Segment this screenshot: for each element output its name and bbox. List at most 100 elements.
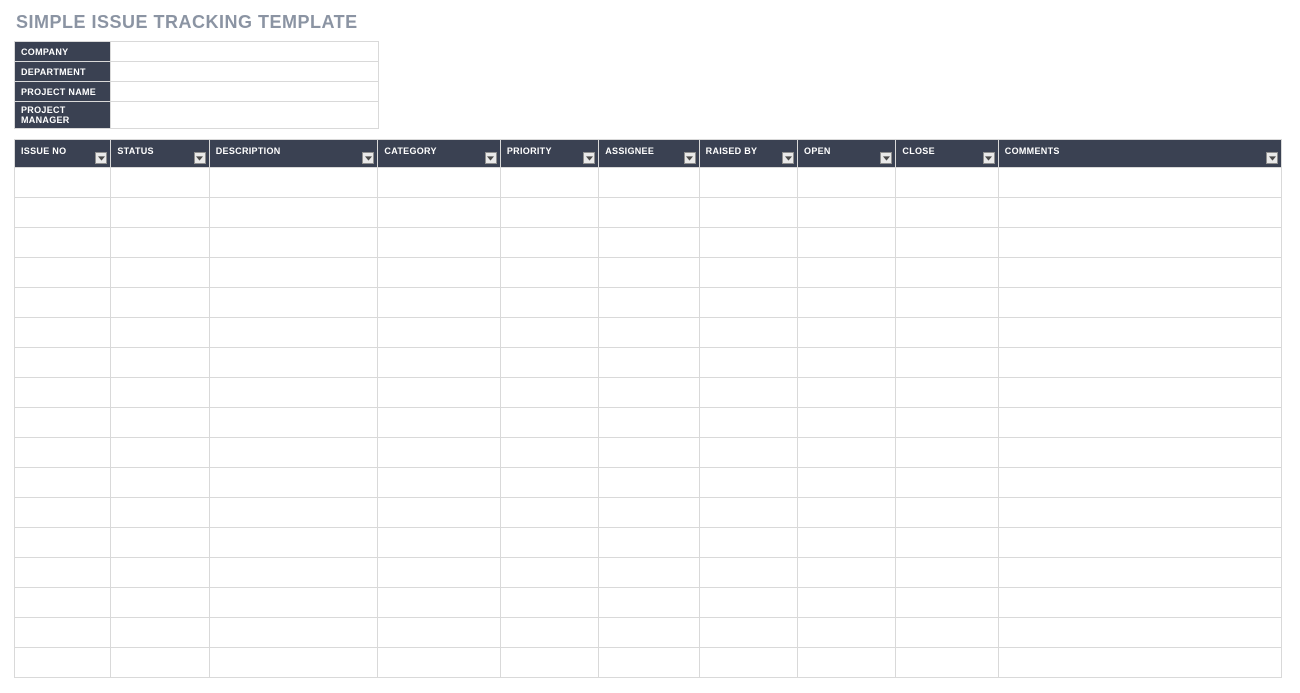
table-cell[interactable] [998, 288, 1281, 318]
meta-value[interactable] [111, 82, 379, 102]
table-cell[interactable] [15, 438, 111, 468]
table-cell[interactable] [209, 498, 378, 528]
table-cell[interactable] [500, 318, 598, 348]
table-cell[interactable] [15, 648, 111, 678]
table-cell[interactable] [209, 378, 378, 408]
table-cell[interactable] [15, 528, 111, 558]
table-cell[interactable] [998, 168, 1281, 198]
table-cell[interactable] [500, 348, 598, 378]
table-cell[interactable] [500, 168, 598, 198]
table-cell[interactable] [15, 468, 111, 498]
table-cell[interactable] [209, 318, 378, 348]
table-cell[interactable] [500, 528, 598, 558]
table-cell[interactable] [15, 618, 111, 648]
table-cell[interactable] [896, 168, 998, 198]
table-cell[interactable] [500, 228, 598, 258]
table-cell[interactable] [896, 648, 998, 678]
table-cell[interactable] [500, 408, 598, 438]
filter-dropdown-icon[interactable] [1266, 152, 1278, 164]
table-cell[interactable] [599, 558, 699, 588]
table-cell[interactable] [798, 288, 896, 318]
table-cell[interactable] [111, 408, 209, 438]
table-cell[interactable] [209, 258, 378, 288]
table-cell[interactable] [111, 228, 209, 258]
table-cell[interactable] [998, 408, 1281, 438]
table-cell[interactable] [896, 378, 998, 408]
table-cell[interactable] [378, 438, 500, 468]
table-cell[interactable] [209, 558, 378, 588]
table-cell[interactable] [699, 528, 797, 558]
table-cell[interactable] [798, 378, 896, 408]
table-cell[interactable] [378, 258, 500, 288]
column-header[interactable]: STATUS [111, 140, 209, 168]
table-cell[interactable] [798, 468, 896, 498]
table-cell[interactable] [378, 618, 500, 648]
table-cell[interactable] [500, 468, 598, 498]
table-cell[interactable] [378, 498, 500, 528]
table-cell[interactable] [798, 588, 896, 618]
meta-value[interactable] [111, 42, 379, 62]
table-cell[interactable] [15, 378, 111, 408]
table-cell[interactable] [111, 168, 209, 198]
table-cell[interactable] [378, 228, 500, 258]
table-cell[interactable] [998, 348, 1281, 378]
table-cell[interactable] [209, 648, 378, 678]
table-cell[interactable] [15, 288, 111, 318]
table-cell[interactable] [378, 528, 500, 558]
table-cell[interactable] [500, 588, 598, 618]
table-cell[interactable] [378, 318, 500, 348]
column-header[interactable]: ASSIGNEE [599, 140, 699, 168]
table-cell[interactable] [378, 408, 500, 438]
table-cell[interactable] [998, 468, 1281, 498]
table-cell[interactable] [378, 168, 500, 198]
table-cell[interactable] [15, 168, 111, 198]
table-cell[interactable] [699, 348, 797, 378]
table-cell[interactable] [209, 438, 378, 468]
table-cell[interactable] [798, 558, 896, 588]
table-cell[interactable] [896, 348, 998, 378]
table-cell[interactable] [599, 528, 699, 558]
table-cell[interactable] [998, 438, 1281, 468]
table-cell[interactable] [111, 468, 209, 498]
column-header[interactable]: COMMENTS [998, 140, 1281, 168]
table-cell[interactable] [111, 258, 209, 288]
table-cell[interactable] [599, 258, 699, 288]
table-cell[interactable] [699, 468, 797, 498]
table-cell[interactable] [15, 588, 111, 618]
table-cell[interactable] [500, 198, 598, 228]
table-cell[interactable] [599, 168, 699, 198]
table-cell[interactable] [599, 648, 699, 678]
table-cell[interactable] [209, 468, 378, 498]
table-cell[interactable] [798, 168, 896, 198]
table-cell[interactable] [599, 228, 699, 258]
table-cell[interactable] [699, 558, 797, 588]
table-cell[interactable] [378, 378, 500, 408]
table-cell[interactable] [599, 618, 699, 648]
table-cell[interactable] [998, 588, 1281, 618]
meta-value[interactable] [111, 102, 379, 129]
table-cell[interactable] [599, 408, 699, 438]
table-cell[interactable] [998, 498, 1281, 528]
meta-value[interactable] [111, 62, 379, 82]
table-cell[interactable] [599, 378, 699, 408]
table-cell[interactable] [599, 198, 699, 228]
filter-dropdown-icon[interactable] [880, 152, 892, 164]
table-cell[interactable] [798, 648, 896, 678]
table-cell[interactable] [111, 348, 209, 378]
table-cell[interactable] [209, 198, 378, 228]
table-cell[interactable] [111, 618, 209, 648]
table-cell[interactable] [500, 258, 598, 288]
table-cell[interactable] [998, 618, 1281, 648]
table-cell[interactable] [15, 498, 111, 528]
table-cell[interactable] [15, 348, 111, 378]
table-cell[interactable] [599, 498, 699, 528]
table-cell[interactable] [111, 198, 209, 228]
table-cell[interactable] [111, 558, 209, 588]
filter-dropdown-icon[interactable] [194, 152, 206, 164]
table-cell[interactable] [378, 558, 500, 588]
column-header[interactable]: ISSUE NO [15, 140, 111, 168]
table-cell[interactable] [896, 228, 998, 258]
table-cell[interactable] [699, 408, 797, 438]
table-cell[interactable] [798, 348, 896, 378]
table-cell[interactable] [15, 558, 111, 588]
